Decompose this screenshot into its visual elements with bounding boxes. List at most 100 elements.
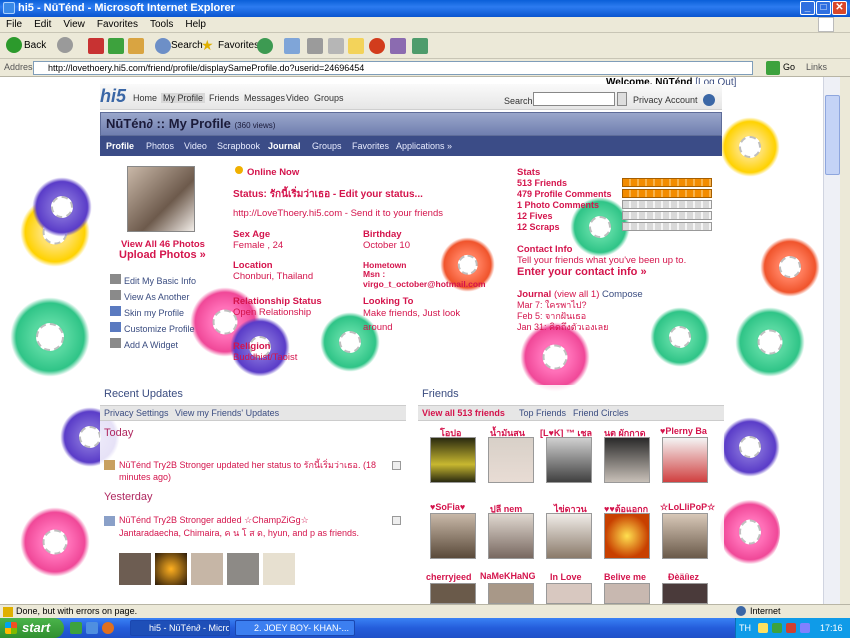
home-icon[interactable] xyxy=(128,38,144,54)
stat-scraps[interactable]: 12 Scraps xyxy=(517,222,612,233)
friend-name[interactable]: Đèäíìez xyxy=(668,572,699,582)
globe-icon[interactable] xyxy=(703,94,715,106)
menu-view[interactable]: View xyxy=(57,17,91,30)
friend-name[interactable]: Belive me xyxy=(604,572,646,582)
friend-photo[interactable] xyxy=(604,513,650,559)
privacy-link[interactable]: Privacy xyxy=(633,95,663,105)
skin-profile-link[interactable]: Skin my Profile xyxy=(124,308,184,318)
friend-photo[interactable] xyxy=(430,513,476,559)
menu-file[interactable]: File xyxy=(0,17,28,30)
contact-info-link[interactable]: Enter your contact info » xyxy=(517,266,647,278)
friend-photo[interactable] xyxy=(430,583,476,604)
refresh-icon[interactable] xyxy=(108,38,124,54)
menu-tools[interactable]: Tools xyxy=(144,17,179,30)
research-icon[interactable] xyxy=(390,38,406,54)
go-button[interactable]: Go xyxy=(783,62,795,72)
links-button[interactable]: Links xyxy=(806,62,827,72)
friend-photo[interactable] xyxy=(546,513,592,559)
discuss-icon[interactable] xyxy=(348,38,364,54)
window-title-bar[interactable]: hi5 - NūTénd - Microsoft Internet Explor… xyxy=(0,0,850,17)
nav-groups[interactable]: Groups xyxy=(314,93,344,103)
stat-profile-comments[interactable]: 479 Profile Comments xyxy=(517,189,612,200)
vertical-scrollbar[interactable] xyxy=(823,77,840,604)
nav-video[interactable]: Video xyxy=(286,93,309,103)
go-arrow-icon[interactable] xyxy=(766,61,780,75)
nav-messages[interactable]: Messages xyxy=(244,93,285,103)
stat-friends[interactable]: 513 Friends xyxy=(517,178,612,189)
print-icon[interactable] xyxy=(307,38,323,54)
friend-name[interactable]: In Love xyxy=(550,572,582,582)
tab-applications[interactable]: Applications » xyxy=(396,141,452,151)
messenger-icon[interactable] xyxy=(369,38,385,54)
friend-circles-link[interactable]: Friend Circles xyxy=(573,406,629,421)
profile-photo[interactable] xyxy=(127,166,195,232)
favorites-star-icon[interactable]: ★ xyxy=(201,37,214,55)
friend-name[interactable]: NaMeKHaNG xyxy=(480,571,536,581)
quicklaunch-media-icon[interactable] xyxy=(102,622,114,634)
tray-icon[interactable] xyxy=(758,623,768,633)
journal-entry[interactable]: Jan 31: คิดถึงตัวเองเลย xyxy=(517,322,608,333)
view-as-another-link[interactable]: View As Another xyxy=(124,292,189,302)
journal-entry[interactable]: Feb 5: จากฝันเธอ xyxy=(517,311,608,322)
mail-icon[interactable] xyxy=(284,38,300,54)
status-text[interactable]: รักนี้เริ่มว่าเธอ - Edit your status... xyxy=(270,189,423,200)
menu-edit[interactable]: Edit xyxy=(28,17,57,30)
tray-icon[interactable] xyxy=(800,623,810,633)
stat-fives[interactable]: 12 Fives xyxy=(517,211,612,222)
friend-photo[interactable] xyxy=(662,583,708,604)
start-button[interactable]: start xyxy=(0,618,64,638)
close-button[interactable]: ✕ xyxy=(832,1,847,15)
edit-icon[interactable] xyxy=(328,38,344,54)
stop-icon[interactable] xyxy=(88,38,104,54)
journal-entry[interactable]: Mar 7: ใครพาไป? xyxy=(517,300,608,311)
add-widget-link[interactable]: Add A Widget xyxy=(124,340,178,350)
account-link[interactable]: Account xyxy=(665,95,698,105)
clock[interactable]: 17:16 xyxy=(820,623,843,633)
warning-icon[interactable] xyxy=(3,607,13,617)
remove-update-icon[interactable] xyxy=(392,461,401,470)
quicklaunch-icon[interactable] xyxy=(70,622,82,634)
task-media-window[interactable]: 2. JOEY BOY- KHAN-... xyxy=(235,620,355,636)
users-icon[interactable] xyxy=(412,38,428,54)
forward-icon[interactable] xyxy=(57,37,73,53)
friend-photo[interactable] xyxy=(662,513,708,559)
favorites-button[interactable]: Favorites xyxy=(218,37,259,55)
journal-compose-link[interactable]: Compose xyxy=(602,289,643,300)
friend-photo[interactable] xyxy=(488,437,534,483)
friend-thumb[interactable] xyxy=(227,553,259,585)
friend-photo[interactable] xyxy=(546,583,592,604)
friend-thumb[interactable] xyxy=(155,553,187,585)
friend-photo[interactable] xyxy=(546,437,592,483)
friend-photo[interactable] xyxy=(604,583,650,604)
hi5-search-input[interactable] xyxy=(533,92,615,106)
tray-icon[interactable] xyxy=(786,623,796,633)
friend-photo[interactable] xyxy=(604,437,650,483)
menu-favorites[interactable]: Favorites xyxy=(91,17,144,30)
friend-thumb[interactable] xyxy=(119,553,151,585)
address-input[interactable]: http://lovethoery.hi5.com/friend/profile… xyxy=(33,61,753,75)
journal-view-all-link[interactable]: (view all 1) xyxy=(554,289,599,300)
menu-help[interactable]: Help xyxy=(179,17,212,30)
friend-photo[interactable] xyxy=(488,513,534,559)
friend-thumb[interactable] xyxy=(191,553,223,585)
tab-scrapbook[interactable]: Scrapbook xyxy=(217,141,260,151)
minimize-button[interactable]: _ xyxy=(800,1,815,15)
tray-icon[interactable] xyxy=(772,623,782,633)
friend-name[interactable]: ♥Plerny Ba xyxy=(660,426,707,436)
tab-journal[interactable]: Journal xyxy=(268,141,301,151)
nav-home[interactable]: Home xyxy=(133,93,157,103)
tab-favorites[interactable]: Favorites xyxy=(352,141,389,151)
stat-photo-comments[interactable]: 1 Photo Comments xyxy=(517,200,612,211)
remove-update-icon[interactable] xyxy=(392,516,401,525)
friend-name[interactable]: ♥SoFia♥ xyxy=(430,502,465,512)
hi5-logo[interactable]: hi5 xyxy=(100,86,126,107)
tab-groups[interactable]: Groups xyxy=(312,141,342,151)
back-icon[interactable] xyxy=(6,37,22,53)
upload-photos-link[interactable]: Upload Photos » xyxy=(119,249,206,261)
friend-photo[interactable] xyxy=(488,583,534,604)
search-button[interactable]: Search xyxy=(171,37,203,55)
view-all-friends-link[interactable]: View all 513 friends xyxy=(422,406,505,421)
friend-name[interactable]: cherryjeed xyxy=(426,572,472,582)
view-friends-updates-link[interactable]: View my Friends' Updates xyxy=(175,406,279,421)
tab-photos[interactable]: Photos xyxy=(146,141,174,151)
